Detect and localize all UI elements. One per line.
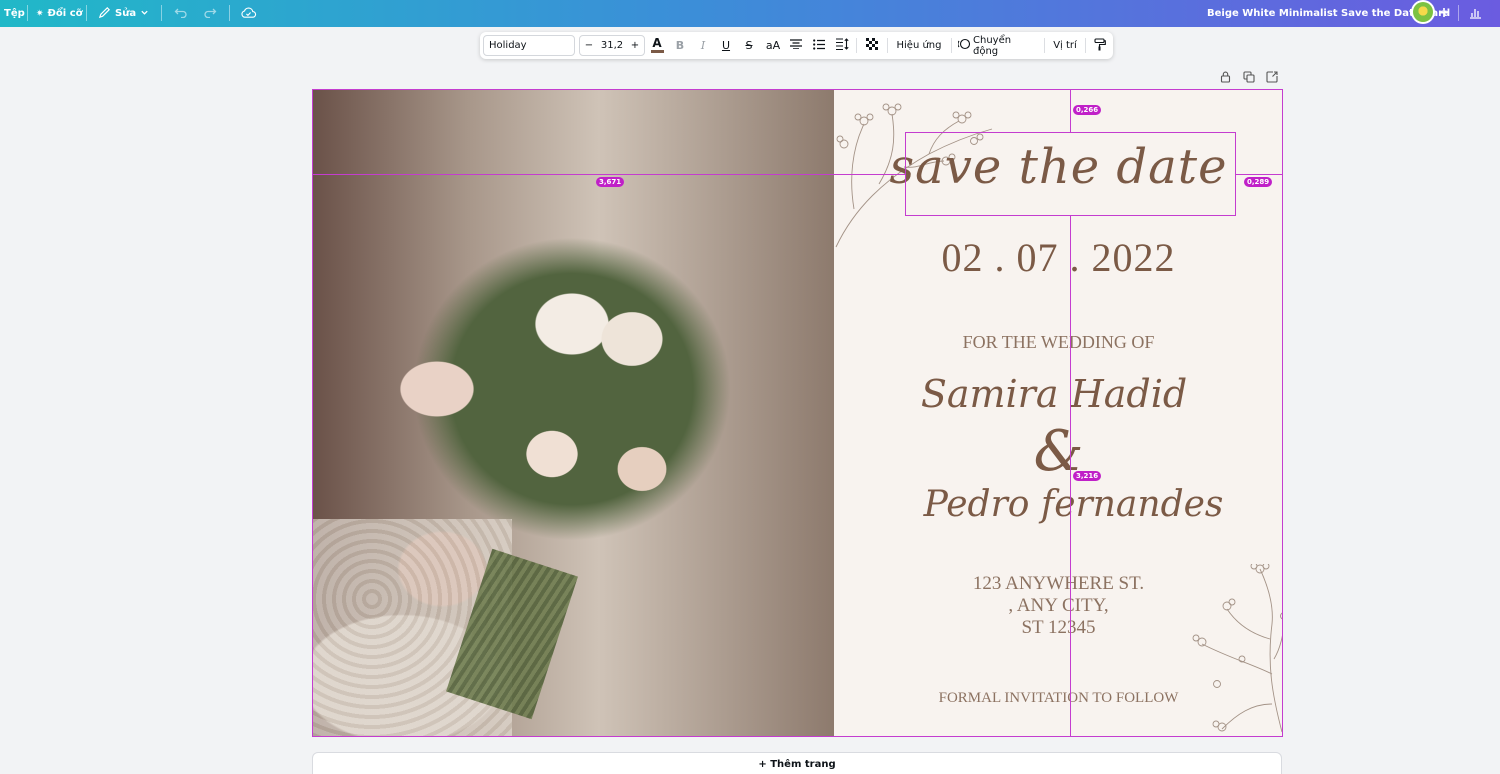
spacing-badge-top: 0,266 bbox=[1073, 105, 1102, 115]
duplicate-page-button[interactable] bbox=[1243, 70, 1255, 84]
letter-case-button[interactable]: aA bbox=[764, 32, 782, 59]
address-line: 123 ANYWHERE ST. bbox=[972, 573, 1145, 594]
divider bbox=[856, 38, 857, 53]
address-line: ST 12345 bbox=[1021, 617, 1096, 638]
divider bbox=[161, 5, 162, 21]
animate-button[interactable]: Chuyển động bbox=[957, 32, 1036, 59]
add-page-icon bbox=[1266, 68, 1278, 87]
add-page-button[interactable]: + Thêm trang bbox=[312, 752, 1282, 774]
animate-icon bbox=[957, 38, 971, 53]
color-swatch bbox=[650, 50, 664, 53]
paint-roller-icon bbox=[1094, 37, 1106, 54]
redo-icon bbox=[203, 6, 217, 21]
ampersand[interactable]: & bbox=[834, 419, 1283, 484]
italic-button[interactable]: I bbox=[696, 32, 710, 59]
bar-chart-icon bbox=[1469, 6, 1482, 22]
resize-button[interactable]: ✷ Đổi cỡ bbox=[36, 0, 83, 27]
transparency-button[interactable] bbox=[864, 32, 880, 59]
bullet-list-icon bbox=[813, 38, 825, 53]
divider bbox=[1044, 38, 1045, 53]
spacing-guide-bottom bbox=[1070, 216, 1071, 736]
top-bar: Tệp ✷ Đổi cỡ Sửa Beige White Minimalist … bbox=[0, 0, 1500, 27]
avatar bbox=[1413, 2, 1433, 22]
spacing-badge-right: 0,289 bbox=[1244, 177, 1273, 187]
spacing-guide-left bbox=[312, 174, 905, 175]
bouquet-photo[interactable] bbox=[312, 89, 834, 736]
for-the-wedding-text[interactable]: FOR THE WEDDING OF bbox=[834, 332, 1283, 353]
resize-label: Đổi cỡ bbox=[47, 8, 83, 19]
align-button[interactable] bbox=[788, 32, 804, 59]
divider bbox=[951, 38, 952, 53]
font-size-input[interactable]: 31,2 bbox=[598, 36, 626, 55]
duplicate-icon bbox=[1243, 68, 1255, 87]
strikethrough-button[interactable]: S bbox=[742, 32, 756, 59]
edit-menu[interactable]: Sửa bbox=[98, 0, 149, 27]
edit-label: Sửa bbox=[115, 8, 137, 19]
copy-style-button[interactable] bbox=[1092, 32, 1108, 59]
event-date[interactable]: 02 . 07 . 2022 bbox=[834, 234, 1283, 281]
decrease-size-button[interactable]: − bbox=[580, 36, 598, 55]
groom-name[interactable]: Pedro fernandes bbox=[834, 484, 1283, 525]
chevron-down-icon bbox=[140, 8, 149, 20]
text-toolbar: Holiday − 31,2 + A B I U S aA Hiệu ứng C… bbox=[480, 32, 1113, 59]
file-menu-label: Tệp bbox=[4, 8, 25, 19]
add-page-top-button[interactable] bbox=[1266, 70, 1278, 84]
list-button[interactable] bbox=[811, 32, 827, 59]
undo-icon bbox=[174, 6, 188, 21]
avatar-button[interactable] bbox=[1411, 0, 1435, 24]
effects-button[interactable]: Hiệu ứng bbox=[894, 32, 944, 59]
cloud-save-button[interactable] bbox=[240, 0, 257, 27]
insights-button[interactable] bbox=[1464, 0, 1486, 27]
increase-size-button[interactable]: + bbox=[626, 36, 644, 55]
redo-button[interactable] bbox=[203, 0, 217, 27]
spacing-badge-bottom: 3,216 bbox=[1073, 471, 1102, 481]
selected-text-box[interactable] bbox=[905, 132, 1236, 216]
spacing-button[interactable] bbox=[834, 32, 850, 59]
divider bbox=[887, 38, 888, 53]
spacing-guide-right bbox=[1236, 174, 1283, 175]
divider bbox=[229, 5, 230, 21]
align-center-icon bbox=[790, 39, 802, 52]
address-block[interactable]: 123 ANYWHERE ST. , ANY CITY, ST 12345 bbox=[834, 573, 1283, 639]
file-menu[interactable]: Tệp bbox=[4, 0, 25, 27]
sparkle-icon: ✷ bbox=[36, 8, 44, 19]
bold-button[interactable]: B bbox=[673, 32, 687, 59]
font-size-stepper: − 31,2 + bbox=[579, 35, 645, 56]
divider bbox=[1085, 38, 1086, 53]
text-color-icon: A bbox=[652, 36, 662, 50]
spacing-guide-top bbox=[1070, 89, 1071, 132]
add-collaborator-button[interactable]: + bbox=[1436, 3, 1452, 23]
bride-name[interactable]: Samira Hadid bbox=[834, 372, 1283, 416]
divider bbox=[27, 5, 28, 21]
line-spacing-icon bbox=[835, 38, 849, 53]
underline-button[interactable]: U bbox=[719, 32, 733, 59]
undo-button[interactable] bbox=[174, 0, 188, 27]
cloud-check-icon bbox=[240, 6, 257, 22]
text-color-button[interactable]: A bbox=[649, 32, 665, 59]
lock-icon bbox=[1220, 68, 1231, 87]
font-family-select[interactable]: Holiday bbox=[483, 35, 575, 56]
design-page[interactable]: save the date 02 . 07 . 2022 FOR THE WED… bbox=[312, 89, 1283, 736]
formal-invitation-text[interactable]: FORMAL INVITATION TO FOLLOW bbox=[834, 690, 1283, 707]
spacing-badge-left: 3,671 bbox=[596, 177, 625, 187]
animate-label: Chuyển động bbox=[973, 34, 1012, 57]
address-line: , ANY CITY, bbox=[1008, 595, 1109, 616]
transparency-icon bbox=[866, 38, 878, 53]
divider bbox=[86, 5, 87, 21]
divider bbox=[1458, 5, 1459, 21]
pencil-icon bbox=[98, 6, 111, 22]
lock-page-button[interactable] bbox=[1220, 70, 1231, 84]
position-button[interactable]: Vị trí bbox=[1051, 32, 1079, 59]
